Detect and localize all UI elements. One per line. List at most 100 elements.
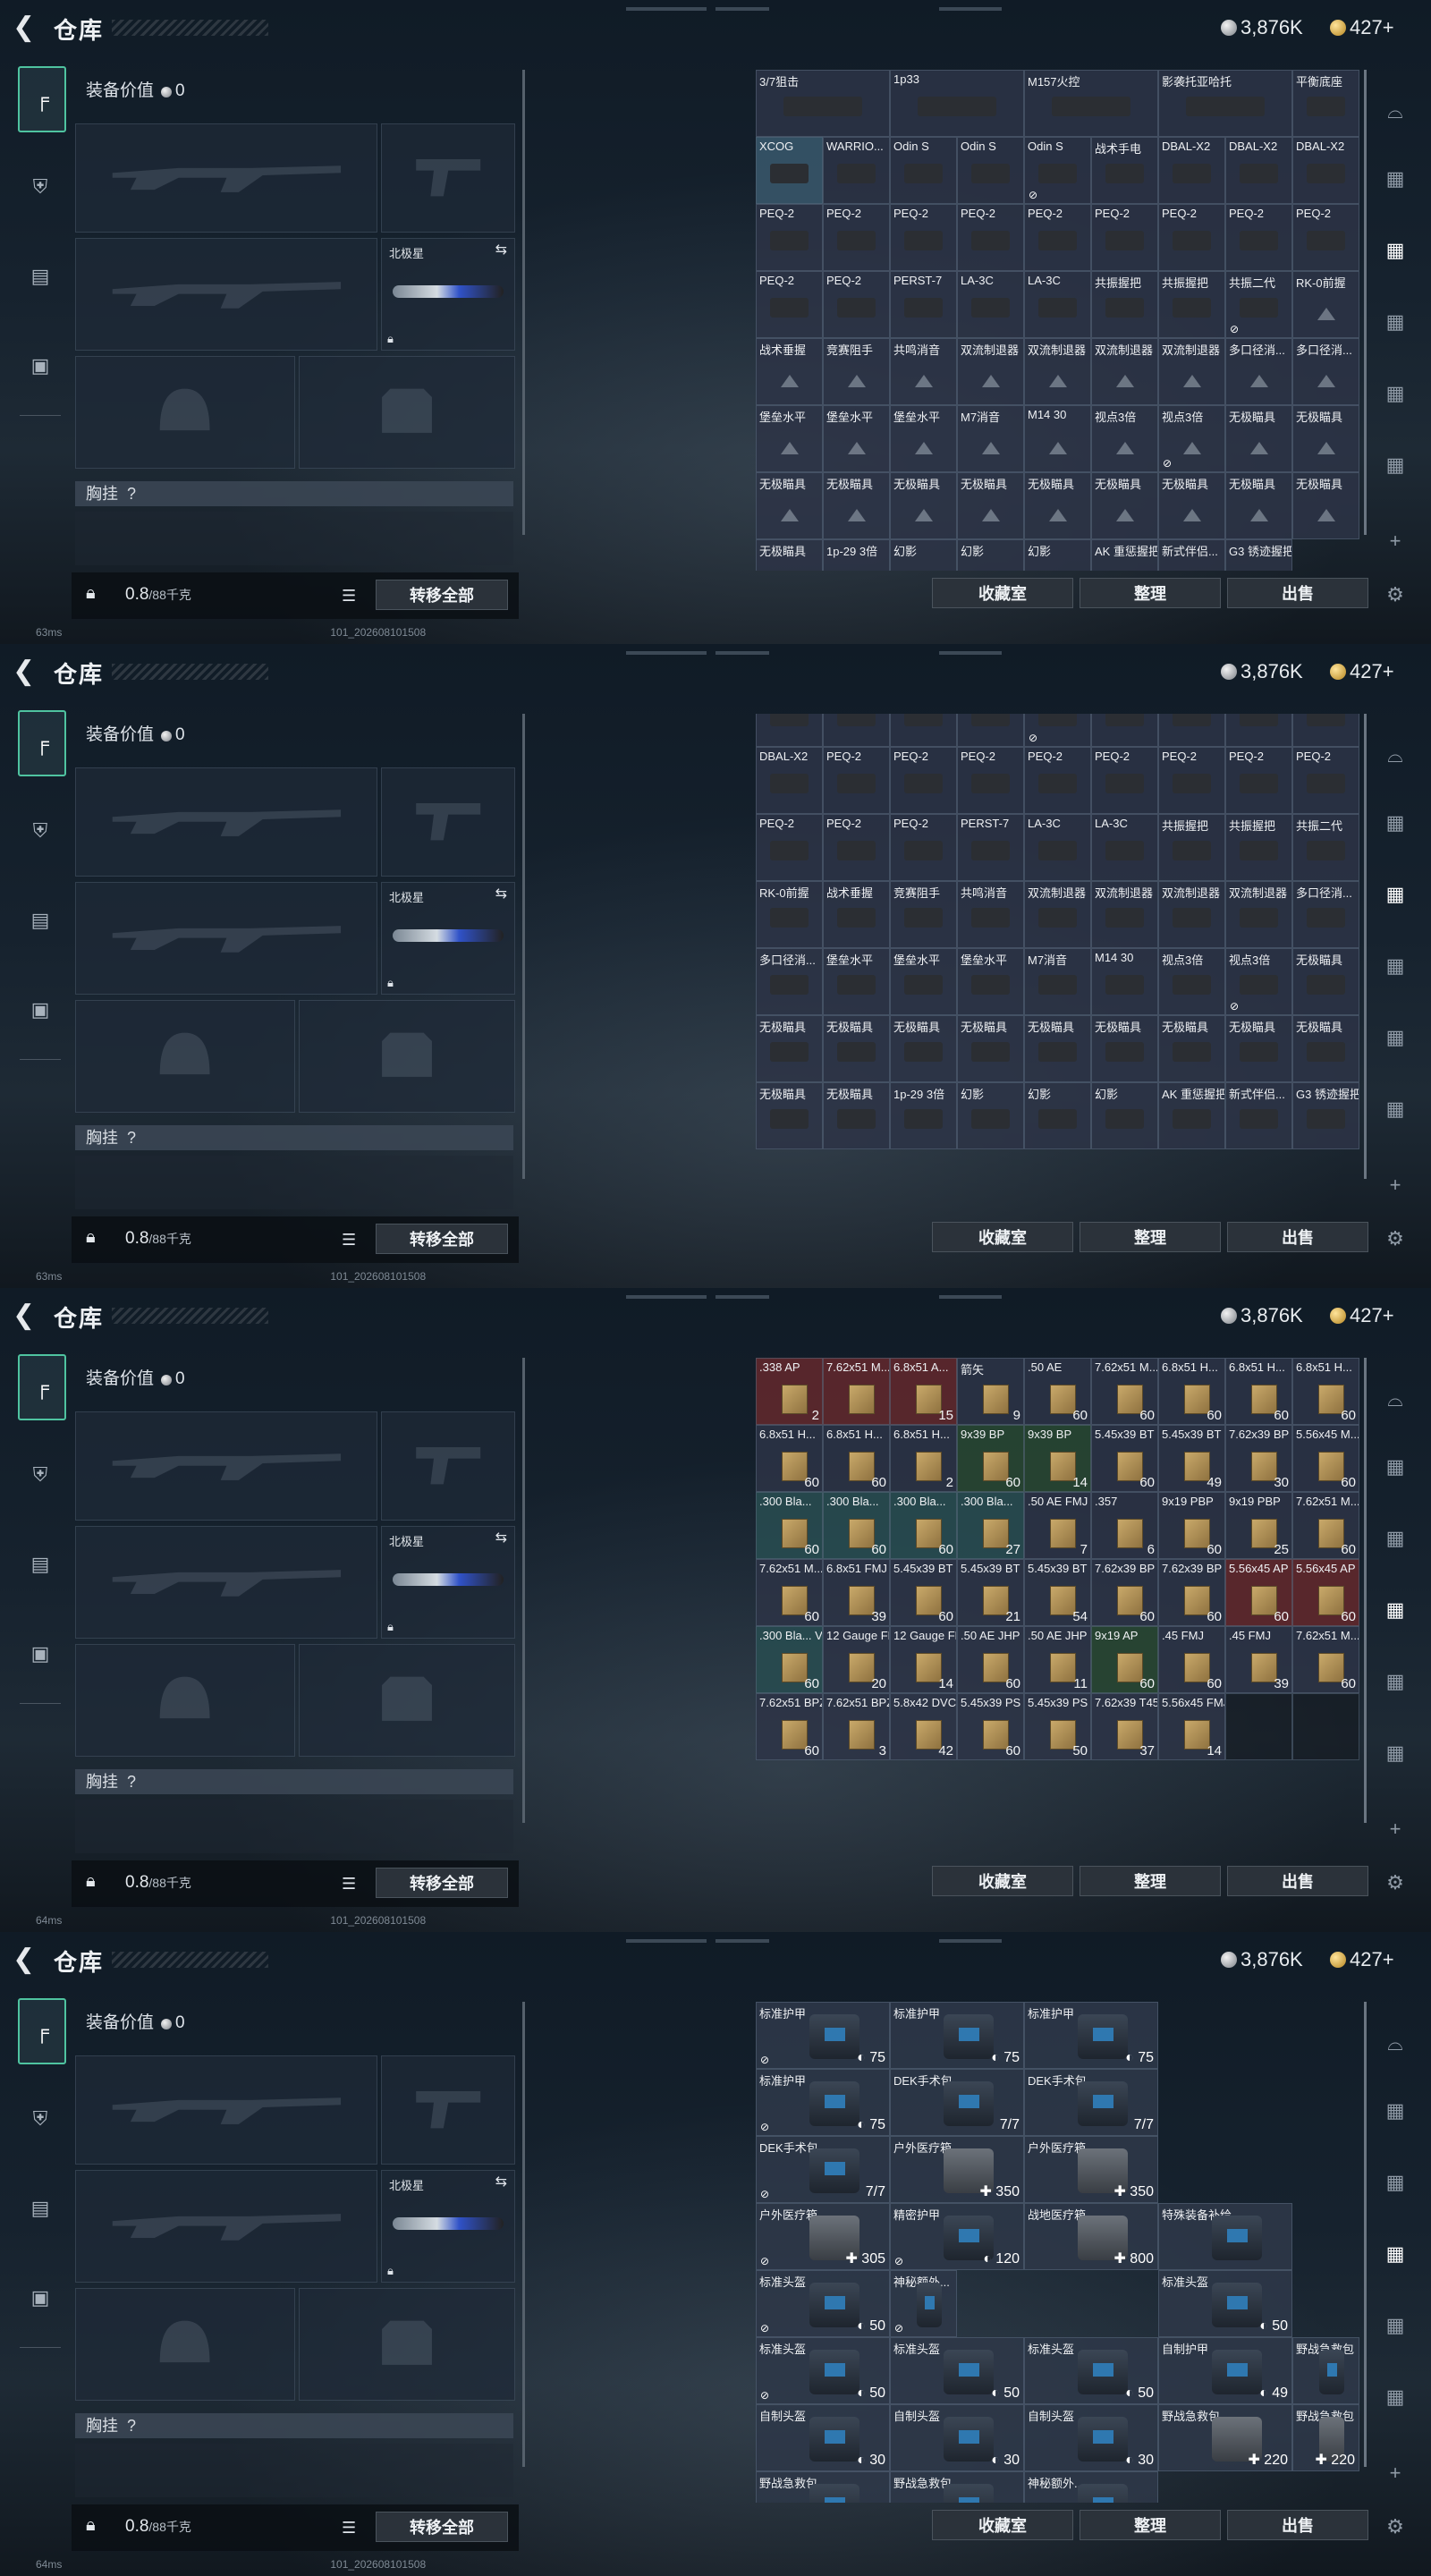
inventory-item[interactable]: 9x19 PBP 25 [1225,1492,1292,1559]
inventory-item[interactable]: 视点3倍 ⊘ [1225,948,1292,1015]
settings-tab[interactable]: ⚙ [1380,1224,1410,1254]
inventory-item[interactable]: 竞赛阻手 [890,881,957,948]
inventory-item[interactable]: 7.62x51 M... 60 [1292,1492,1359,1559]
archway-tab[interactable]: ⌓ [1380,2029,1410,2059]
loot-tab-tab[interactable]: ▦ [1380,1094,1410,1124]
inventory-item[interactable]: 无极瞄具 [823,1015,890,1082]
inventory-item[interactable]: 共振握把 [1158,814,1225,881]
archway-tab[interactable]: ⌓ [1380,1385,1410,1415]
silver-currency[interactable]: 3,876K [1221,1948,1303,1971]
inventory-item[interactable]: DEK手术包 7/7 [1024,2069,1158,2136]
list-view-icon[interactable]: ☰ [342,2519,361,2537]
archway-tab[interactable]: ⌓ [1380,97,1410,127]
nav-backpack[interactable]: ▤ [18,245,63,308]
inventory-item[interactable]: 无极瞄具 [1225,472,1292,539]
gold-currency[interactable]: 427+ [1330,1304,1394,1327]
sidearm-slot[interactable] [381,2055,515,2165]
inventory-item[interactable]: 6.8x51 FMJ 39 [823,1559,890,1626]
inventory-item[interactable]: DBAL-X2 [1292,137,1359,204]
inventory-item[interactable]: 户外医疗箱 ✚ 350 [1024,2136,1158,2203]
inventory-item[interactable]: 7.62x51 M... 60 [1292,1626,1359,1693]
transfer-all-button[interactable]: 转移全部 [376,1224,508,1254]
gear-tab-tab[interactable]: ▦ [1380,235,1410,266]
silver-currency[interactable]: 3,876K [1221,16,1303,39]
inventory-item[interactable]: 共鸣消音 [957,881,1024,948]
sort-button[interactable]: 整理 [1080,2510,1221,2540]
inventory-item[interactable]: 12 Gauge FB 20 [823,1626,890,1693]
transfer-all-button[interactable]: 转移全部 [376,1868,508,1898]
inventory-item[interactable]: 无极瞄具 [890,1015,957,1082]
sell-button[interactable]: 出售 [1227,1866,1368,1896]
inventory-item[interactable]: 堡垒水平 [756,405,823,472]
equipment-scrollbar[interactable] [522,1358,525,1823]
swap-icon[interactable]: ⇆ [495,885,507,902]
inventory-item[interactable]: 9x19 PBP 60 [1158,1492,1225,1559]
chest-rig-slot[interactable]: 胸挂? [75,1769,513,1794]
inventory-item[interactable]: PEQ-2 [957,204,1024,271]
inventory-item[interactable]: 无极瞄具 [957,1015,1024,1082]
inventory-item[interactable]: PEQ-2 [890,747,957,814]
inventory-item[interactable] [1292,714,1359,747]
armor-slot[interactable] [299,356,515,469]
secondary-weapon-slot[interactable] [75,1526,377,1639]
inventory-item[interactable]: 视点3倍 [1158,948,1225,1015]
inventory-item[interactable]: PEQ-2 [1024,747,1091,814]
inventory-item[interactable]: .50 AE FMJ 7 [1024,1492,1091,1559]
inventory-item[interactable]: 5.56x45 FMJ 14 [1158,1693,1225,1760]
armor-slot[interactable] [299,1000,515,1113]
inventory-item[interactable]: PERST-7 [890,271,957,338]
inventory-item[interactable]: 无极瞄具 [1158,1015,1225,1082]
inventory-item[interactable]: 标准护甲 ◐ 75 ⊘ [756,2069,890,2136]
inventory-item[interactable]: 7.62x39 BP 30 [1225,1425,1292,1492]
medkit-tab-tab[interactable]: ▦ [1380,951,1410,981]
armor-slot[interactable] [299,1644,515,1757]
sidearm-slot[interactable] [381,767,515,877]
inventory-item[interactable]: 标准护甲 ◐ 75 [890,2002,1024,2069]
list-view-icon[interactable]: ☰ [342,587,361,605]
inventory-item[interactable]: 战术手电 [1091,137,1158,204]
inventory-item[interactable]: 5.8x42 DVC 42 [890,1693,957,1760]
nav-pistol[interactable]: ╒ [18,710,66,776]
inventory-item[interactable]: Odin S ⊘ [1024,137,1091,204]
inventory-item[interactable]: RK-0前握 [1292,271,1359,338]
inventory-item[interactable]: .300 Bla... 27 [957,1492,1024,1559]
medkit-tab-tab[interactable]: ▦ [1380,1595,1410,1625]
archway-tab[interactable]: ⌓ [1380,741,1410,771]
inventory-item[interactable]: 无极瞄具 [823,472,890,539]
inventory-item[interactable]: PEQ-2 [1024,204,1091,271]
sidearm-slot[interactable] [381,1411,515,1521]
inventory-item[interactable]: 6.8x51 H... 60 [1225,1358,1292,1425]
transfer-all-button[interactable]: 转移全部 [376,580,508,610]
inventory-item[interactable]: 幻影 [890,539,957,571]
loot-tab-tab[interactable]: ▦ [1380,1738,1410,1768]
nav-pistol[interactable]: ╒ [18,1998,66,2064]
settings-tab[interactable]: ⚙ [1380,580,1410,610]
nav-briefcase[interactable]: ▣ [18,1623,63,1685]
favorites-room-button[interactable]: 收藏室 [932,578,1073,608]
inventory-item[interactable]: 无极瞄具 [1225,405,1292,472]
inventory-item[interactable]: AK 重惩握把 [1091,539,1158,571]
inventory-item[interactable]: 标准头盔 ◐ 50 [1024,2337,1158,2404]
inventory-item[interactable]: 无极瞄具 [823,1082,890,1149]
inventory-item[interactable]: 无极瞄具 [1292,948,1359,1015]
inventory-item[interactable]: 6.8x51 H... 60 [1292,1358,1359,1425]
inventory-item[interactable] [1091,714,1158,747]
inventory-item[interactable]: .300 Bla... 60 [890,1492,957,1559]
nav-briefcase[interactable]: ▣ [18,335,63,397]
inventory-item[interactable]: 双流制退器 [1024,881,1091,948]
chest-rig-slot[interactable]: 胸挂? [75,481,513,506]
helmet-slot[interactable] [75,1644,295,1757]
helmet-slot[interactable] [75,356,295,469]
inventory-item[interactable]: 幻影 [957,539,1024,571]
inventory-item[interactable]: 7.62x51 M... 60 [756,1559,823,1626]
inventory-item[interactable]: 5.45x39 BT 54 [1024,1559,1091,1626]
inventory-item[interactable]: PEQ-2 [1292,204,1359,271]
helmet-slot[interactable] [75,1000,295,1113]
secondary-weapon-slot[interactable] [75,882,377,995]
sort-button[interactable]: 整理 [1080,1866,1221,1896]
inventory-item[interactable] [756,714,823,747]
inventory-item[interactable]: 5.45x39 PS 60 [957,1693,1024,1760]
inventory-item[interactable]: 堡垒水平 [957,948,1024,1015]
inventory-item[interactable]: .45 FMJ 60 [1158,1626,1225,1693]
inventory-item[interactable]: 影袭托亚哈托 [1158,70,1292,137]
